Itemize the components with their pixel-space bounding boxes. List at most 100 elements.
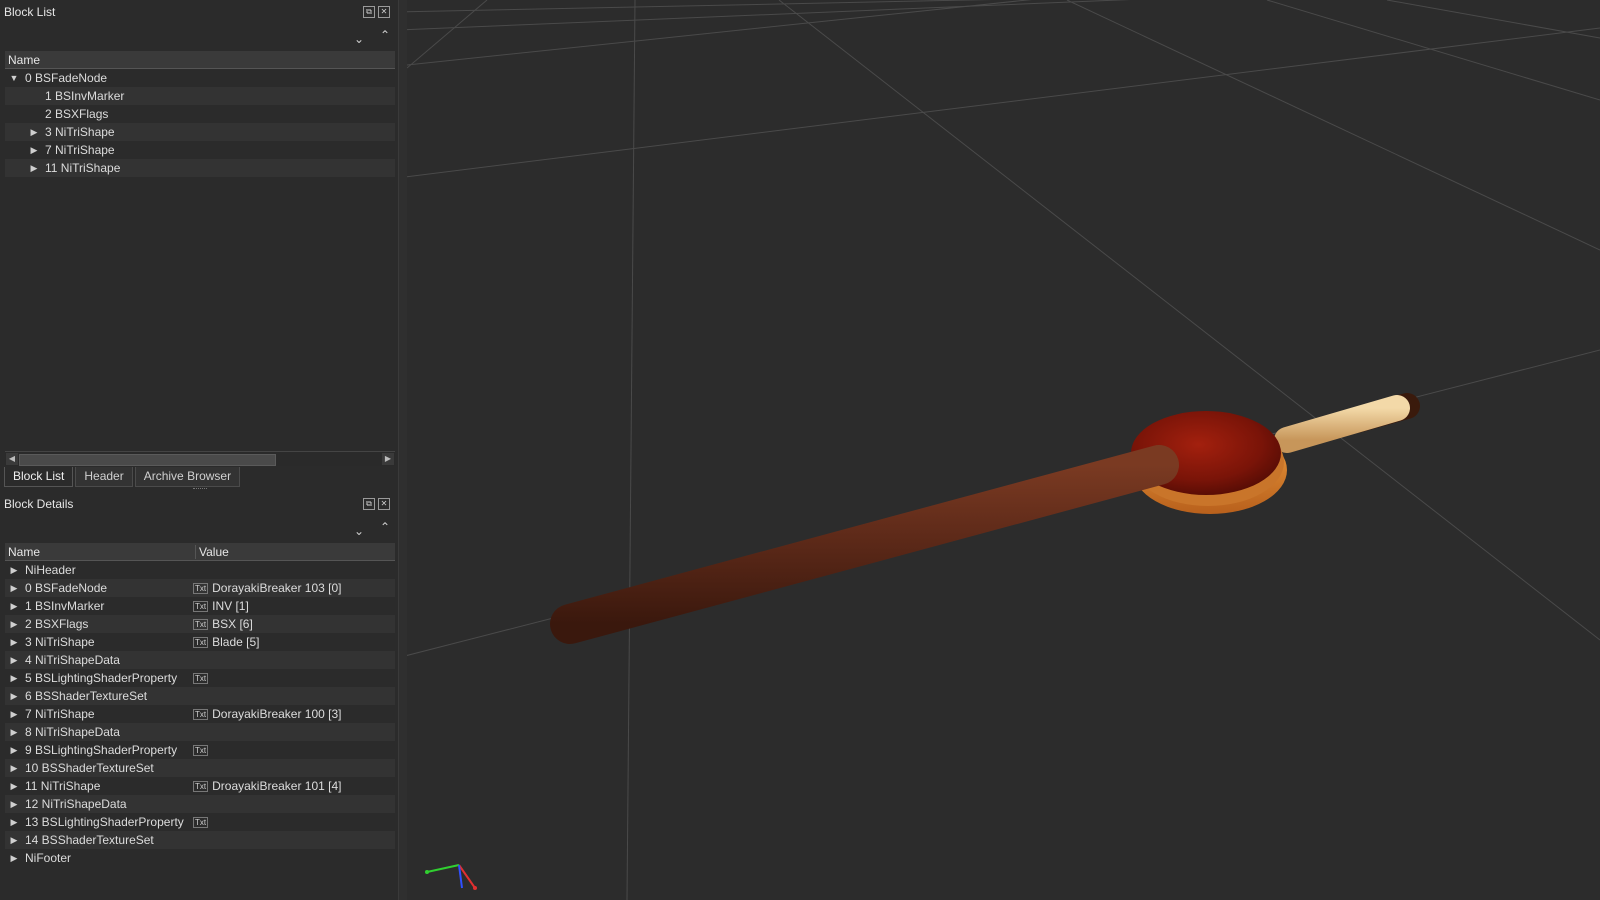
- collapsed-arrow-icon[interactable]: ▶: [7, 637, 21, 648]
- block-list-item-label: 2 BSXFlags: [45, 107, 109, 121]
- close-icon[interactable]: ✕: [378, 498, 390, 510]
- scroll-right-icon[interactable]: ▶: [382, 453, 394, 465]
- handle: [550, 445, 1179, 644]
- text-type-icon: Txt: [193, 708, 209, 720]
- details-row[interactable]: ▶ 10 BSShaderTextureSet: [5, 759, 395, 777]
- details-row[interactable]: ▶ NiHeader: [5, 561, 395, 579]
- details-row[interactable]: ▶ 9 BSLightingShaderProperty Txt: [5, 741, 395, 759]
- dock-splitter[interactable]: [398, 0, 407, 900]
- block-list-item[interactable]: 1 BSInvMarker: [5, 87, 395, 105]
- details-row[interactable]: ▶ 2 BSXFlags Txt BSX [6]: [5, 615, 395, 633]
- collapse-all-icon[interactable]: ⌃: [378, 28, 392, 42]
- block-list-item[interactable]: ▶ 11 NiTriShape: [5, 159, 395, 177]
- collapsed-arrow-icon[interactable]: ▶: [7, 835, 21, 846]
- details-row-value-cell[interactable]: Txt: [193, 744, 212, 756]
- collapsed-arrow-icon[interactable]: ▶: [27, 127, 41, 138]
- scroll-left-icon[interactable]: ◀: [6, 453, 18, 465]
- collapsed-arrow-icon[interactable]: ▶: [7, 745, 21, 756]
- collapsed-arrow-icon[interactable]: ▶: [7, 601, 21, 612]
- details-row[interactable]: ▶ 14 BSShaderTextureSet: [5, 831, 395, 849]
- details-row-name: NiFooter: [25, 851, 72, 865]
- column-name-label: Name: [8, 52, 41, 67]
- text-type-icon: Txt: [193, 582, 209, 594]
- collapsed-arrow-icon[interactable]: ▶: [7, 583, 21, 594]
- axis-y-dot: [425, 870, 429, 874]
- collapsed-arrow-icon[interactable]: ▶: [7, 763, 21, 774]
- details-row-value-cell[interactable]: Txt Blade [5]: [193, 635, 259, 649]
- details-row-name: 13 BSLightingShaderProperty: [25, 815, 184, 829]
- 3d-viewport[interactable]: [407, 0, 1600, 900]
- tab-header[interactable]: Header: [75, 467, 133, 487]
- details-row-name: 6 BSShaderTextureSet: [25, 689, 148, 703]
- block-list-item[interactable]: ▼ 0 BSFadeNode: [5, 69, 395, 87]
- block-list-item[interactable]: ▶ 7 NiTriShape: [5, 141, 395, 159]
- details-row-value-cell[interactable]: Txt INV [1]: [193, 599, 249, 613]
- expanded-arrow-icon[interactable]: ▼: [7, 73, 21, 83]
- horizontal-scrollbar[interactable]: ◀ ▶: [5, 451, 395, 466]
- collapsed-arrow-icon[interactable]: ▶: [7, 727, 21, 738]
- block-list-item[interactable]: 2 BSXFlags: [5, 105, 395, 123]
- details-row-value-cell[interactable]: Txt DorayakiBreaker 100 [3]: [193, 707, 342, 721]
- float-icon[interactable]: ⧉: [363, 6, 375, 18]
- details-row-value-cell[interactable]: Txt BSX [6]: [193, 617, 253, 631]
- collapsed-arrow-icon[interactable]: ▶: [27, 145, 41, 156]
- collapsed-arrow-icon[interactable]: ▶: [7, 619, 21, 630]
- block-list-tree: Name ▼ 0 BSFadeNode 1 BSInvMarker 2 BSXFlag…: [5, 51, 395, 177]
- scrollbar-thumb[interactable]: [19, 454, 276, 466]
- collapsed-arrow-icon[interactable]: ▶: [7, 853, 21, 864]
- details-row-name: 1 BSInvMarker: [25, 599, 105, 613]
- collapsed-arrow-icon[interactable]: ▶: [7, 673, 21, 684]
- details-row[interactable]: ▶ 6 BSShaderTextureSet: [5, 687, 395, 705]
- details-row-value-cell[interactable]: Txt DorayakiBreaker 103 [0]: [193, 581, 342, 595]
- collapsed-arrow-icon[interactable]: ▶: [7, 565, 21, 576]
- details-row-name: 4 NiTriShapeData: [25, 653, 120, 667]
- details-row[interactable]: ▶ 11 NiTriShape Txt DroayakiBreaker 101 [4]: [5, 777, 395, 795]
- details-row-value: BSX [6]: [212, 617, 253, 631]
- details-row[interactable]: ▶ 13 BSLightingShaderProperty Txt: [5, 813, 395, 831]
- block-list-title: Block List: [4, 5, 56, 19]
- details-row[interactable]: ▶ 5 BSLightingShaderProperty Txt: [5, 669, 395, 687]
- details-row[interactable]: ▶ 0 BSFadeNode Txt DorayakiBreaker 103 [0]: [5, 579, 395, 597]
- tab-block-list[interactable]: Block List: [4, 467, 74, 487]
- splitter-handle[interactable]: [193, 488, 207, 491]
- details-row-value: Blade [5]: [212, 635, 260, 649]
- float-icon[interactable]: ⧉: [363, 498, 375, 510]
- details-row-value-cell[interactable]: Txt: [193, 672, 212, 684]
- text-type-icon: Txt: [193, 744, 209, 756]
- details-row[interactable]: ▶ NiFooter: [5, 849, 395, 867]
- block-list-item-label: 11 NiTriShape: [45, 161, 121, 175]
- details-row-value-cell[interactable]: Txt: [193, 816, 212, 828]
- collapsed-arrow-icon[interactable]: ▶: [27, 163, 41, 174]
- left-dock: Block List ⧉ ✕ ⌄ ⌃ Name ▼ 0 BSFadeNode 1 B…: [0, 0, 398, 900]
- details-row[interactable]: ▶ 3 NiTriShape Txt Blade [5]: [5, 633, 395, 651]
- block-list-item[interactable]: ▶ 3 NiTriShape: [5, 123, 395, 141]
- collapsed-arrow-icon[interactable]: ▶: [7, 799, 21, 810]
- block-details-header[interactable]: Name Value: [5, 543, 395, 561]
- collapse-all-icon[interactable]: ⌃: [378, 520, 392, 534]
- block-details-tree: Name Value ▶ NiHeader ▶ 0 BSFadeNode Txt Dora…: [5, 543, 395, 867]
- collapsed-arrow-icon[interactable]: ▶: [7, 817, 21, 828]
- details-row[interactable]: ▶ 8 NiTriShapeData: [5, 723, 395, 741]
- block-details-title: Block Details: [4, 497, 74, 511]
- block-list-header[interactable]: Name: [5, 51, 395, 69]
- collapsed-arrow-icon[interactable]: ▶: [7, 709, 21, 720]
- details-row[interactable]: ▶ 1 BSInvMarker Txt INV [1]: [5, 597, 395, 615]
- collapsed-arrow-icon[interactable]: ▶: [7, 655, 21, 666]
- details-row-value-cell[interactable]: Txt DroayakiBreaker 101 [4]: [193, 779, 342, 793]
- details-row-value: INV [1]: [212, 599, 249, 613]
- tab-archive-browser[interactable]: Archive Browser: [134, 467, 241, 487]
- block-details-rows: ▶ NiHeader ▶ 0 BSFadeNode Txt DorayakiBreaker…: [5, 561, 395, 867]
- close-icon[interactable]: ✕: [378, 6, 390, 18]
- axis-gizmo: [425, 864, 477, 890]
- text-type-icon: Txt: [193, 636, 209, 648]
- dorayaki-breaker-model: [550, 393, 1420, 644]
- collapsed-arrow-icon[interactable]: ▶: [7, 691, 21, 702]
- expand-all-icon[interactable]: ⌄: [352, 32, 366, 46]
- expand-all-icon[interactable]: ⌄: [352, 524, 366, 538]
- block-list-item-label: 0 BSFadeNode: [25, 71, 108, 85]
- details-row[interactable]: ▶ 12 NiTriShapeData: [5, 795, 395, 813]
- details-row[interactable]: ▶ 7 NiTriShape Txt DorayakiBreaker 100 [3]: [5, 705, 395, 723]
- details-row[interactable]: ▶ 4 NiTriShapeData: [5, 651, 395, 669]
- collapsed-arrow-icon[interactable]: ▶: [7, 781, 21, 792]
- grid-line: [407, 0, 1032, 66]
